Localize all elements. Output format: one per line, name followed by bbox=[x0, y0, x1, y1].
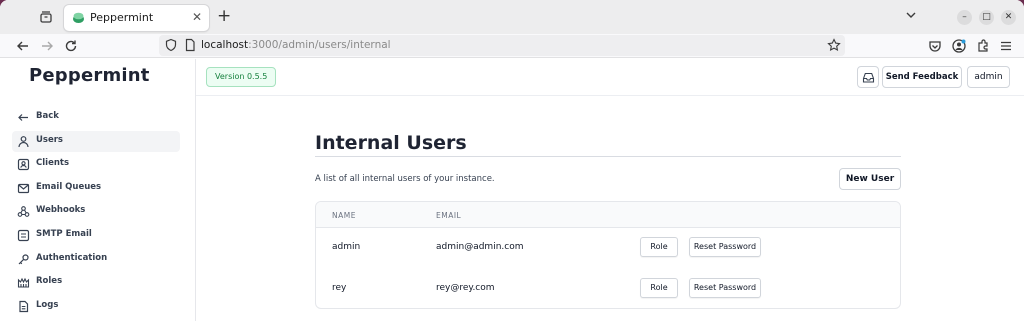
key-icon bbox=[17, 253, 30, 266]
sidebar-item-roles[interactable]: Roles bbox=[12, 272, 180, 293]
bookmark-star-icon[interactable] bbox=[827, 38, 841, 52]
sidebar-item-users[interactable]: Users bbox=[12, 131, 180, 152]
sidebar-item-label: Webhooks bbox=[36, 205, 86, 215]
close-tab-icon[interactable]: ✕ bbox=[192, 10, 202, 24]
sidebar-item-label: Users bbox=[36, 135, 63, 145]
title-divider bbox=[315, 156, 901, 157]
user-name: admin bbox=[332, 242, 361, 252]
pocket-icon[interactable] bbox=[927, 38, 943, 54]
brand-logo[interactable]: Peppermint bbox=[29, 65, 150, 86]
app-header: Version 0.5.5 Send Feedback admin bbox=[196, 59, 1024, 96]
column-header-name: NAME bbox=[332, 211, 356, 220]
extensions-icon[interactable] bbox=[975, 38, 991, 54]
users-table: NAME EMAIL admin admin@admin.com Role Re… bbox=[315, 201, 901, 309]
sidebar-item-label: SMTP Email bbox=[36, 229, 92, 239]
roles-icon bbox=[17, 276, 30, 289]
new-tab-icon[interactable]: + bbox=[217, 7, 231, 25]
address-bar[interactable]: localhost:3000/admin/users/internal bbox=[159, 35, 845, 56]
peppermint-favicon-icon bbox=[72, 11, 85, 24]
list-tabs-icon[interactable] bbox=[905, 9, 917, 21]
table-row: rey rey@rey.com Role Reset Password bbox=[316, 269, 900, 308]
table-row: admin admin@admin.com Role Reset Passwor… bbox=[316, 228, 900, 269]
sidebar-item-label: Roles bbox=[36, 276, 63, 286]
tab-strip: Peppermint ✕ + – □ ✕ bbox=[0, 0, 1024, 34]
sidebar-item-back[interactable]: Back bbox=[12, 107, 180, 128]
account-icon[interactable] bbox=[951, 38, 967, 54]
mail-icon bbox=[17, 182, 30, 195]
reset-password-button[interactable]: Reset Password bbox=[689, 278, 761, 298]
reset-password-button[interactable]: Reset Password bbox=[689, 237, 761, 257]
sidebar-item-logs[interactable]: Logs bbox=[12, 296, 180, 317]
back-icon[interactable] bbox=[15, 38, 31, 54]
maximize-icon[interactable]: □ bbox=[979, 10, 994, 25]
sidebar-item-smtp-email[interactable]: SMTP Email bbox=[12, 225, 180, 246]
tab-overview-icon[interactable] bbox=[38, 9, 54, 25]
user-name: rey bbox=[332, 283, 347, 293]
sidebar-item-label: Logs bbox=[36, 300, 59, 310]
role-button[interactable]: Role bbox=[640, 278, 678, 298]
new-user-button[interactable]: New User bbox=[839, 168, 901, 190]
page-title: Internal Users bbox=[315, 132, 467, 154]
user-icon bbox=[17, 135, 30, 148]
column-header-email: EMAIL bbox=[436, 211, 462, 220]
document-icon bbox=[17, 300, 30, 313]
page-description: A list of all internal users of your ins… bbox=[315, 174, 495, 184]
user-email: rey@rey.com bbox=[436, 283, 495, 293]
close-window-icon[interactable]: ✕ bbox=[1001, 10, 1016, 25]
inbox-icon bbox=[862, 71, 875, 84]
sidebar-item-webhooks[interactable]: Webhooks bbox=[12, 201, 180, 222]
sidebar-item-authentication[interactable]: Authentication bbox=[12, 249, 180, 270]
sidebar-item-label: Clients bbox=[36, 158, 70, 168]
shield-icon[interactable] bbox=[164, 38, 178, 52]
forward-icon[interactable] bbox=[39, 38, 55, 54]
user-email: admin@admin.com bbox=[436, 242, 524, 252]
contact-card-icon bbox=[17, 158, 30, 171]
notifications-button[interactable] bbox=[857, 66, 879, 88]
sidebar-item-label: Authentication bbox=[36, 253, 108, 263]
sidebar-item-label: Email Queues bbox=[36, 182, 102, 192]
page-icon[interactable] bbox=[183, 38, 197, 52]
webhook-icon bbox=[17, 205, 30, 218]
smtp-icon bbox=[17, 229, 30, 242]
reload-icon[interactable] bbox=[63, 38, 79, 54]
sidebar-item-email-queues[interactable]: Email Queues bbox=[12, 178, 180, 199]
send-feedback-button[interactable]: Send Feedback bbox=[882, 66, 962, 88]
sidebar: Peppermint Back Users Clients Email Queu… bbox=[0, 59, 196, 321]
tab-title: Peppermint bbox=[90, 11, 154, 24]
role-button[interactable]: Role bbox=[640, 237, 678, 257]
user-menu-button[interactable]: admin bbox=[967, 66, 1010, 88]
browser-tab[interactable]: Peppermint ✕ bbox=[64, 5, 209, 31]
sidebar-item-clients[interactable]: Clients bbox=[12, 154, 180, 175]
navigation-toolbar: localhost:3000/admin/users/internal bbox=[0, 34, 1024, 58]
table-header: NAME EMAIL bbox=[316, 202, 900, 228]
url-text: localhost:3000/admin/users/internal bbox=[201, 39, 391, 51]
version-badge: Version 0.5.5 bbox=[206, 67, 277, 87]
sidebar-item-label: Back bbox=[36, 111, 59, 121]
browser-window: Peppermint ✕ + – □ ✕ localhost:3000/admi… bbox=[0, 0, 1024, 321]
menu-icon[interactable] bbox=[998, 38, 1014, 54]
arrow-left-icon bbox=[17, 111, 30, 124]
minimize-icon[interactable]: – bbox=[957, 10, 972, 25]
